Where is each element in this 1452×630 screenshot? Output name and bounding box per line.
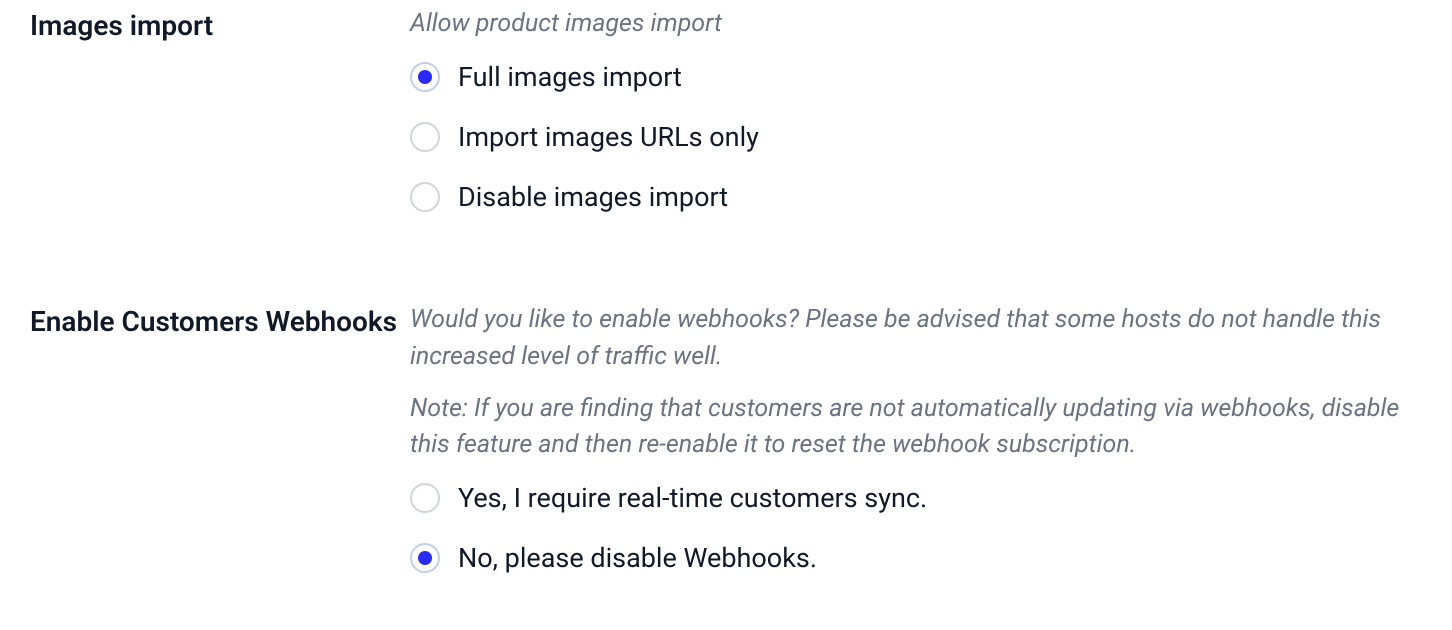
images-import-radio-group: Full images import Import images URLs on…: [410, 60, 1422, 212]
customers-webhooks-title: Enable Customers Webhooks: [30, 302, 410, 341]
radio-label: Disable images import: [458, 184, 728, 211]
radio-label: Yes, I require real-time customers sync.: [458, 485, 927, 512]
settings-container: Images import Allow product images impor…: [0, 0, 1452, 613]
setting-content-column: Would you like to enable webhooks? Pleas…: [410, 302, 1422, 573]
radio-circle-icon: [410, 483, 440, 513]
radio-circle-icon: [410, 62, 440, 92]
setting-label-column: Images import: [30, 6, 410, 45]
customers-webhooks-description-1: Would you like to enable webhooks? Pleas…: [410, 302, 1422, 375]
images-import-title: Images import: [30, 6, 410, 45]
customers-webhooks-description-2: Note: If you are finding that customers …: [410, 391, 1422, 464]
images-import-description: Allow product images import: [410, 6, 1422, 42]
radio-option-full-images-import[interactable]: Full images import: [410, 62, 1422, 92]
radio-label: Import images URLs only: [458, 124, 759, 151]
radio-option-yes-webhooks[interactable]: Yes, I require real-time customers sync.: [410, 483, 1422, 513]
radio-option-no-webhooks[interactable]: No, please disable Webhooks.: [410, 543, 1422, 573]
setting-content-column: Allow product images import Full images …: [410, 6, 1422, 212]
radio-circle-icon: [410, 543, 440, 573]
customers-webhooks-radio-group: Yes, I require real-time customers sync.…: [410, 481, 1422, 573]
setting-group-customers-webhooks: Enable Customers Webhooks Would you like…: [30, 212, 1422, 573]
setting-group-images-import: Images import Allow product images impor…: [30, 0, 1422, 212]
radio-label: No, please disable Webhooks.: [458, 545, 817, 572]
setting-label-column: Enable Customers Webhooks: [30, 302, 410, 341]
radio-option-import-urls-only[interactable]: Import images URLs only: [410, 122, 1422, 152]
radio-option-disable-images-import[interactable]: Disable images import: [410, 182, 1422, 212]
radio-circle-icon: [410, 182, 440, 212]
radio-circle-icon: [410, 122, 440, 152]
radio-label: Full images import: [458, 64, 682, 91]
